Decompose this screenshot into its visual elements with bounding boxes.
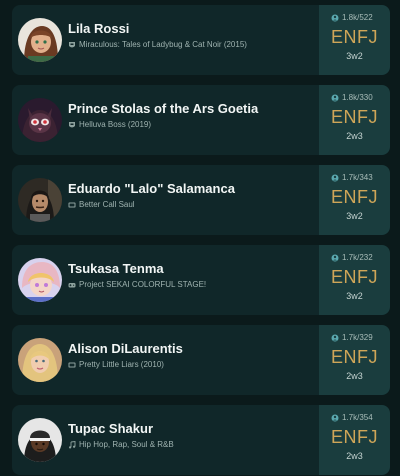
tv-icon: [68, 201, 76, 209]
profile-card[interactable]: Alison DiLaurentis Pretty Little Liars (…: [12, 325, 390, 395]
vote-stats-label: 1.7k/354: [342, 413, 373, 422]
community-icon: [331, 334, 339, 342]
mbti-type: ENFJ: [331, 27, 378, 47]
profile-name[interactable]: Alison DiLaurentis: [68, 341, 183, 356]
profile-source-label: Project SEKAI COLORFUL STAGE!: [79, 280, 207, 289]
enneagram-type: 3w2: [346, 291, 363, 301]
profile-card[interactable]: Tsukasa Tenma Project SEKAI COLORFUL STA…: [12, 245, 390, 315]
music-note-icon: [68, 440, 76, 449]
tv-badge-icon: [68, 41, 76, 49]
vote-stats: 1.7k/343: [331, 173, 373, 182]
personality-panel[interactable]: 1.7k/354 ENFJ 2w3: [319, 405, 390, 475]
vote-stats: 1.8k/330: [331, 93, 373, 102]
lalo-avatar[interactable]: [18, 178, 62, 222]
profile-source[interactable]: Project SEKAI COLORFUL STAGE!: [68, 280, 206, 289]
personality-panel[interactable]: 1.8k/522 ENFJ 3w2: [319, 5, 390, 75]
vote-stats-label: 1.7k/329: [342, 333, 373, 342]
profile-source[interactable]: Pretty Little Liars (2010): [68, 360, 164, 369]
tupac-avatar[interactable]: [18, 418, 62, 462]
vote-stats-label: 1.7k/232: [342, 253, 373, 262]
personality-panel[interactable]: 1.7k/232 ENFJ 3w2: [319, 245, 390, 315]
profile-source[interactable]: Better Call Saul: [68, 200, 135, 209]
profile-source-label: Pretty Little Liars (2010): [79, 360, 164, 369]
mbti-type: ENFJ: [331, 427, 378, 447]
personality-panel[interactable]: 1.7k/329 ENFJ 2w3: [319, 325, 390, 395]
vote-stats-label: 1.8k/522: [342, 13, 373, 22]
personality-panel[interactable]: 1.8k/330 ENFJ 2w3: [319, 85, 390, 155]
profile-name[interactable]: Tsukasa Tenma: [68, 261, 164, 276]
mbti-type: ENFJ: [331, 107, 378, 127]
profile-source-label: Hip Hop, Rap, Soul & R&B: [79, 440, 174, 449]
tv-badge-icon: [68, 121, 76, 129]
profile-source-label: Miraculous: Tales of Ladybug & Cat Noir …: [79, 40, 247, 49]
community-icon: [331, 414, 339, 422]
profile-card[interactable]: Prince Stolas of the Ars Goetia Helluva …: [12, 85, 390, 155]
alison-avatar[interactable]: [18, 338, 62, 382]
profile-source[interactable]: Hip Hop, Rap, Soul & R&B: [68, 440, 174, 449]
profile-name[interactable]: Lila Rossi: [68, 21, 129, 36]
tv-icon: [68, 361, 76, 369]
lila-rossi-avatar[interactable]: [18, 18, 62, 62]
vote-stats-label: 1.8k/330: [342, 93, 373, 102]
mbti-type: ENFJ: [331, 267, 378, 287]
vote-stats: 1.8k/522: [331, 13, 373, 22]
mbti-type: ENFJ: [331, 347, 378, 367]
gamepad-icon: [68, 281, 76, 289]
community-icon: [331, 14, 339, 22]
enneagram-type: 2w3: [346, 131, 363, 141]
profile-card[interactable]: Eduardo "Lalo" Salamanca Better Call Sau…: [12, 165, 390, 235]
enneagram-type: 3w2: [346, 51, 363, 61]
profile-source[interactable]: Miraculous: Tales of Ladybug & Cat Noir …: [68, 40, 247, 49]
community-icon: [331, 174, 339, 182]
profile-card[interactable]: Tupac Shakur Hip Hop, Rap, Soul & R&B 1.…: [12, 405, 390, 475]
profile-source[interactable]: Helluva Boss (2019): [68, 120, 151, 129]
personality-panel[interactable]: 1.7k/343 ENFJ 3w2: [319, 165, 390, 235]
profile-name[interactable]: Eduardo "Lalo" Salamanca: [68, 181, 235, 196]
stolas-avatar[interactable]: [18, 98, 62, 142]
enneagram-type: 3w2: [346, 211, 363, 221]
tsukasa-avatar[interactable]: [18, 258, 62, 302]
enneagram-type: 2w3: [346, 451, 363, 461]
profile-source-label: Helluva Boss (2019): [79, 120, 152, 129]
vote-stats: 1.7k/354: [331, 413, 373, 422]
profile-source-label: Better Call Saul: [79, 200, 135, 209]
vote-stats: 1.7k/329: [331, 333, 373, 342]
profile-name[interactable]: Tupac Shakur: [68, 421, 153, 436]
enneagram-type: 2w3: [346, 371, 363, 381]
community-icon: [331, 254, 339, 262]
profile-card[interactable]: Lila Rossi Miraculous: Tales of Ladybug …: [12, 5, 390, 75]
mbti-type: ENFJ: [331, 187, 378, 207]
vote-stats-label: 1.7k/343: [342, 173, 373, 182]
profile-name[interactable]: Prince Stolas of the Ars Goetia: [68, 101, 258, 116]
vote-stats: 1.7k/232: [331, 253, 373, 262]
community-icon: [331, 94, 339, 102]
